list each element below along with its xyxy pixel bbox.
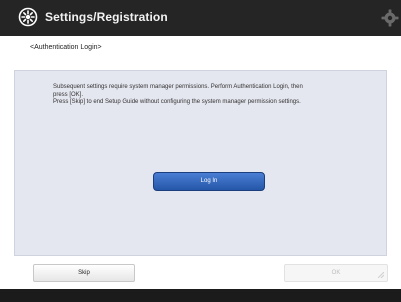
breadcrumb: <Authentication Login> bbox=[30, 44, 102, 51]
ok-button[interactable]: OK bbox=[284, 264, 388, 282]
message-line: press [OK]. bbox=[53, 91, 84, 98]
window-title: Settings/Registration bbox=[45, 10, 168, 24]
ok-button-label: OK bbox=[331, 270, 341, 276]
message-line: Subsequent settings require system manag… bbox=[53, 84, 303, 90]
bottom-bar bbox=[0, 289, 401, 302]
settings-registration-icon bbox=[18, 7, 38, 27]
content-panel: Subsequent settings require system manag… bbox=[14, 70, 387, 256]
skip-button[interactable]: Skip bbox=[33, 264, 135, 282]
screen: Settings/Registration <Authentication Lo… bbox=[0, 0, 401, 302]
message-text: Subsequent settings require system manag… bbox=[53, 84, 373, 107]
log-in-button[interactable]: Log In bbox=[153, 172, 265, 191]
gear-icon bbox=[381, 9, 399, 27]
title-bar: Settings/Registration bbox=[0, 0, 401, 36]
corner-mark-icon bbox=[378, 272, 384, 278]
message-line: Press [Skip] to end Setup Guide without … bbox=[53, 99, 301, 105]
